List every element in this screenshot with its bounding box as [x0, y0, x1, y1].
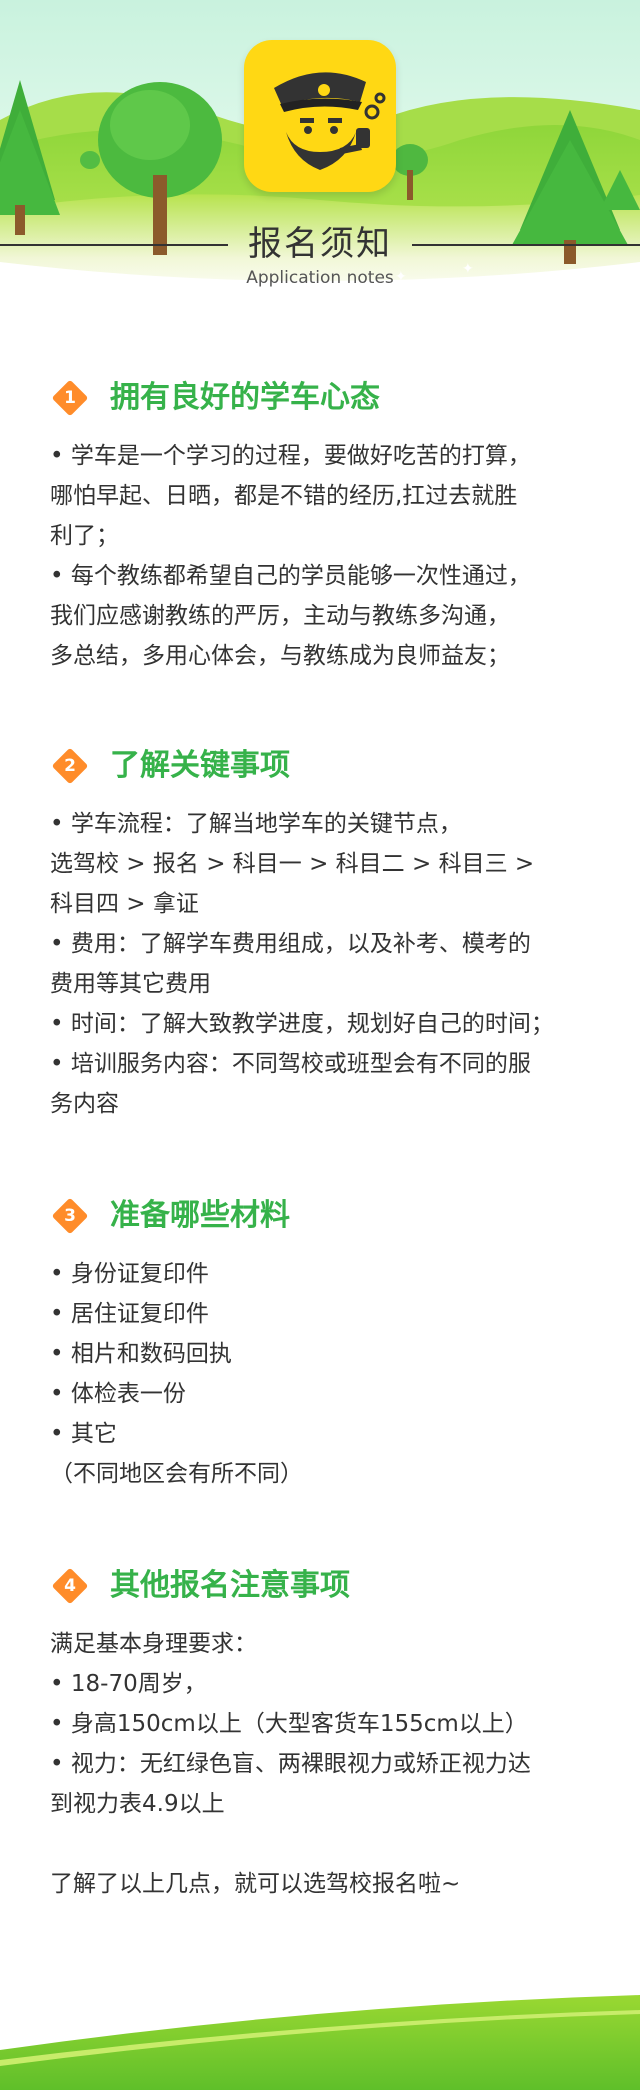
- diamond-number-badge-icon: 1: [51, 379, 89, 417]
- text-line: 多总结，多用心体会，与教练成为良师益友；: [50, 643, 510, 669]
- text-line: • 每个教练都希望自己的学员能够一次性通过，: [50, 563, 531, 589]
- text-line: 到视力表4.9以上: [50, 1791, 225, 1817]
- section-title: 其他报名注意事项: [110, 1568, 350, 1603]
- app-logo: [244, 40, 396, 192]
- text-line: 我们应感谢教练的严厉，主动与教练多沟通，: [50, 603, 510, 629]
- section-title: 拥有良好的学车心态: [110, 380, 380, 415]
- text-line: 科目四 > 拿证: [50, 891, 199, 917]
- text-line: • 身份证复印件: [50, 1261, 209, 1287]
- sparkle-icon: ✦: [395, 269, 407, 285]
- text-line: 费用等其它费用: [50, 971, 211, 997]
- text-line: 务内容: [50, 1091, 119, 1117]
- text-line: • 时间：了解大致教学进度，规划好自己的时间；: [50, 1011, 554, 1037]
- section-number: 2: [64, 756, 76, 776]
- section-body: • 身份证复印件 • 居住证复印件 • 相片和数码回执 • 体检表一份 • 其它…: [50, 1254, 605, 1494]
- text-line: • 居住证复印件: [50, 1301, 209, 1327]
- text-line: • 视力：无红绿色盲、两裸眼视力或矫正视力达: [50, 1751, 531, 1777]
- text-line: • 费用：了解学车费用组成，以及补考、模考的: [50, 931, 531, 957]
- diamond-number-badge-icon: 2: [51, 747, 89, 785]
- text-line: • 身高150cm以上（大型客货车155cm以上）: [50, 1711, 528, 1737]
- text-line: 选驾校 > 报名 > 科目一 > 科目二 > 科目三 >: [50, 851, 535, 877]
- section-title: 准备哪些材料: [110, 1198, 290, 1233]
- section-body: • 学车是一个学习的过程，要做好吃苦的打算， 哪怕早起、日晒，都是不错的经历,扛…: [50, 436, 605, 676]
- text-line: • 其它: [50, 1421, 117, 1447]
- text-line: 利了；: [50, 523, 119, 549]
- section-body: • 学车流程：了解当地学车的关键节点， 选驾校 > 报名 > 科目一 > 科目二…: [50, 804, 605, 1124]
- sparkle-icon: ✦: [462, 261, 474, 277]
- section-body: 满足基本身理要求： • 18-70周岁， • 身高150cm以上（大型客货车15…: [50, 1624, 605, 1904]
- text-line: （不同地区会有所不同）: [50, 1461, 303, 1487]
- diamond-number-badge-icon: 3: [51, 1197, 89, 1235]
- section-number: 4: [64, 1576, 76, 1596]
- page-title: 报名须知: [248, 224, 392, 264]
- text-line: • 18-70周岁，: [50, 1671, 207, 1697]
- section-number: 3: [64, 1206, 76, 1226]
- diamond-number-badge-icon: 4: [51, 1567, 89, 1605]
- captain-mascot-icon: [274, 72, 386, 170]
- text-line: • 学车流程：了解当地学车的关键节点，: [50, 811, 462, 837]
- text-line: • 相片和数码回执: [50, 1341, 232, 1367]
- section-title: 了解关键事项: [110, 748, 290, 783]
- text-line: • 体检表一份: [50, 1381, 186, 1407]
- closing-text: 了解了以上几点，就可以选驾校报名啦~: [50, 1871, 461, 1897]
- page-title-area: 报名须知 Application notes: [0, 222, 640, 292]
- text-line: 哪怕早起、日晒，都是不错的经历,扛过去就胜: [50, 483, 518, 509]
- footer-hill: [0, 1990, 640, 2090]
- text-line: • 培训服务内容：不同驾校或班型会有不同的服: [50, 1051, 531, 1077]
- page-subtitle: Application notes: [246, 268, 394, 288]
- text-line: • 学车是一个学习的过程，要做好吃苦的打算，: [50, 443, 531, 469]
- green-hill-illustration: [0, 1995, 640, 2090]
- section-number: 1: [64, 388, 76, 408]
- text-line: 满足基本身理要求：: [50, 1631, 257, 1657]
